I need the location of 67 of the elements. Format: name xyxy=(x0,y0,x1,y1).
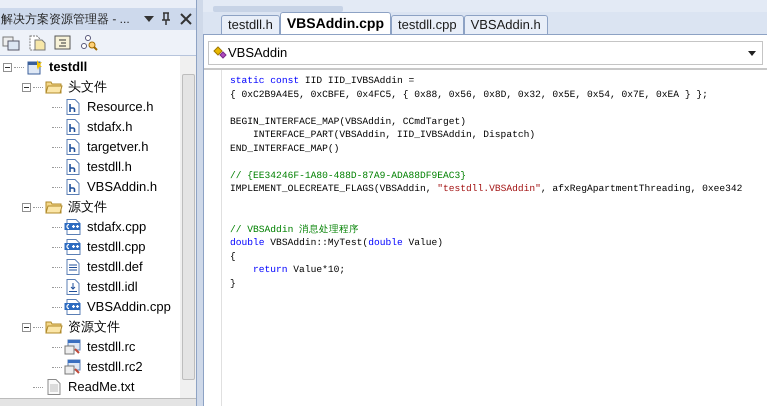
header-file-icon xyxy=(66,99,80,115)
project-icon xyxy=(27,59,43,75)
close-icon[interactable] xyxy=(180,13,192,25)
file-tab[interactable]: testdll.h xyxy=(221,15,280,34)
code-line: return Value*10; xyxy=(253,263,346,276)
tree-item[interactable]: 资源文件 xyxy=(68,317,120,337)
class-diagram-icon[interactable] xyxy=(80,34,98,50)
tree-item[interactable]: testdll.cpp xyxy=(87,237,146,257)
code-line: } xyxy=(230,276,236,290)
tree-item[interactable]: testdll xyxy=(49,57,88,77)
tree-item[interactable]: VBSAddin.cpp xyxy=(87,297,171,317)
tree-item[interactable]: stdafx.cpp xyxy=(87,217,146,237)
code-line: END_INTERFACE_MAP() xyxy=(230,142,340,155)
code-line: double VBSAddin::MyTest(double Value) xyxy=(230,236,444,250)
file-tab[interactable]: testdll.cpp xyxy=(391,15,464,34)
panel-title: 解决方案资源管理器 - ... xyxy=(0,11,131,28)
cpp-file-icon xyxy=(64,299,82,315)
resource-file-icon xyxy=(64,339,82,355)
horizontal-scrollbar[interactable] xyxy=(0,398,196,406)
scrollbar[interactable] xyxy=(180,56,196,398)
header-file-icon xyxy=(66,139,80,155)
code-line: // {EE34246F-1A80-488D-87A9-ADA88DF9EAC3} xyxy=(230,168,466,182)
properties-icon[interactable] xyxy=(2,34,20,50)
code-line: IMPLEMENT_OLECREATE_FLAGS(VBSAddin, "testdll.VBSAddin", afxRegApartmentThreading, 0xee342 xyxy=(230,182,742,196)
code-line: // VBSAddin 消息处理程序 xyxy=(230,222,360,236)
code-line: INTERFACE_PART(VBSAddin, IID_IVBSAddin, Dispatch) xyxy=(253,128,536,142)
tree-item[interactable]: 源文件 xyxy=(68,197,107,217)
dropdown-icon xyxy=(748,50,756,56)
collapse-icon[interactable] xyxy=(22,82,30,92)
tree-item[interactable]: VBSAddin.h xyxy=(87,177,158,197)
tree-item[interactable]: stdafx.h xyxy=(87,117,133,137)
dropdown-icon[interactable] xyxy=(144,16,154,22)
folder-icon xyxy=(45,80,63,94)
collapse-icon[interactable] xyxy=(22,322,30,332)
tree-item[interactable]: testdll.rc2 xyxy=(87,357,143,377)
tree-item[interactable]: testdll.def xyxy=(87,257,143,277)
tree-item[interactable]: testdll.idl xyxy=(87,277,138,297)
collapse-icon[interactable] xyxy=(2,62,12,72)
folder-icon xyxy=(45,320,63,334)
file-tab[interactable]: VBSAddin.h xyxy=(464,15,548,34)
text-file-icon xyxy=(66,259,80,275)
file-tab[interactable]: VBSAddin.cpp xyxy=(280,12,392,34)
idl-file-icon xyxy=(66,279,80,295)
resource-file-icon xyxy=(64,359,82,375)
tree-item[interactable]: Resource.h xyxy=(87,97,154,117)
header-file-icon xyxy=(66,159,80,175)
tree-item[interactable]: testdll.h xyxy=(87,157,132,177)
cpp-file-icon xyxy=(64,219,82,235)
show-all-files-icon[interactable] xyxy=(28,34,46,50)
tree-item[interactable]: ReadMe.txt xyxy=(68,377,134,397)
code-line: { 0xC2B9A4E5, 0xCBFE, 0x4FC5, { 0x88, 0x56, 0x8D, 0x32, 0x5E, 0x54, 0x7E, 0xEA } }; xyxy=(230,88,708,101)
class-icon xyxy=(212,46,228,60)
header-file-icon xyxy=(66,119,80,135)
pin-icon[interactable] xyxy=(160,12,172,26)
collapse-icon[interactable] xyxy=(22,202,30,212)
cpp-file-icon xyxy=(64,239,82,255)
code-line: static const IID IID_IVBSAddin = xyxy=(230,74,414,88)
text-file-icon xyxy=(47,379,61,395)
folder-icon xyxy=(45,200,63,214)
view-code-icon[interactable] xyxy=(54,34,72,50)
tree-item[interactable]: 头文件 xyxy=(68,77,107,97)
tree-item[interactable]: targetver.h xyxy=(87,137,148,157)
tree-item[interactable]: testdll.rc xyxy=(87,337,136,357)
header-file-icon xyxy=(66,179,80,195)
class-dropdown[interactable]: VBSAddin xyxy=(208,41,763,65)
code-line: { xyxy=(230,250,236,263)
code-line: BEGIN_INTERFACE_MAP(VBSAddin, CCmdTarget) xyxy=(230,114,466,128)
